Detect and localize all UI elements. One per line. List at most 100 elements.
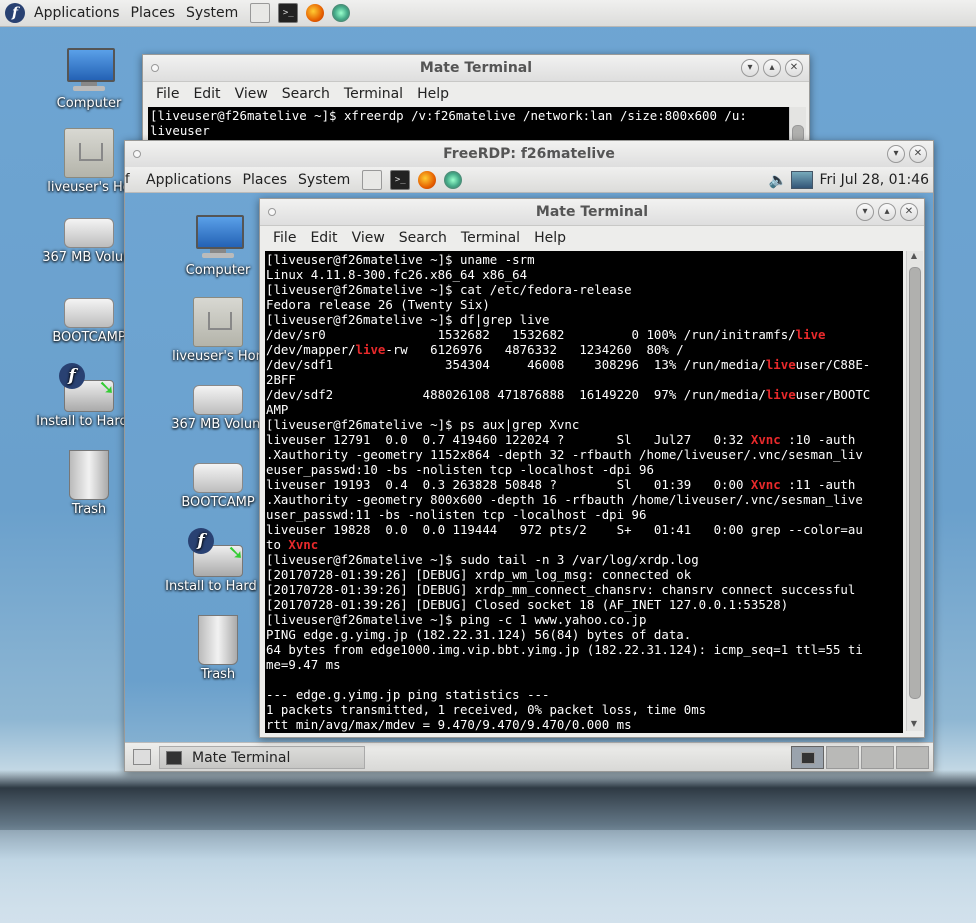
- menu-edit[interactable]: Edit: [186, 86, 227, 102]
- home-folder-icon: [64, 128, 114, 178]
- file-manager-launcher-icon[interactable]: [362, 169, 383, 190]
- desktop-icon-home[interactable]: liveuser's Hon: [163, 297, 273, 364]
- desktop-icon-install[interactable]: f ➘ Install to Hard D: [163, 528, 273, 594]
- desktop-icon-label: Install to Hard D: [165, 579, 271, 594]
- taskbar-item[interactable]: Mate Terminal: [159, 746, 365, 769]
- terminal-line: [liveuser@f26matelive ~]$ cat /etc/fedor…: [266, 282, 902, 297]
- drive-icon: [64, 218, 114, 248]
- freerdp-window[interactable]: FreeRDP: f26matelive ▾ ✕ f Applications …: [124, 140, 934, 772]
- menu-search[interactable]: Search: [392, 230, 454, 246]
- window-menu-icon[interactable]: [268, 208, 276, 216]
- network-tool-launcher-icon[interactable]: [444, 170, 463, 189]
- fedora-logo-icon[interactable]: f: [125, 171, 143, 189]
- terminal-icon: [166, 750, 182, 765]
- terminal-text: /dev/sdf1 354304 46008 308296 13% /run/m…: [266, 357, 766, 372]
- workspace-2[interactable]: [826, 746, 859, 769]
- drive-icon: [193, 385, 243, 415]
- menu-terminal[interactable]: Terminal: [337, 86, 410, 102]
- desktop-icon-computer[interactable]: Computer: [163, 213, 273, 278]
- menu-file[interactable]: File: [266, 230, 303, 246]
- window-title: Mate Terminal: [419, 60, 533, 76]
- desktop-icon-computer[interactable]: Computer: [34, 46, 144, 111]
- scrollbar-thumb[interactable]: [909, 267, 921, 699]
- close-button[interactable]: ✕: [909, 145, 927, 163]
- show-desktop-icon[interactable]: [133, 749, 151, 765]
- terminal-launcher-icon[interactable]: >_: [278, 3, 299, 23]
- desktop-icon-label: Computer: [56, 96, 122, 111]
- menu-search[interactable]: Search: [275, 86, 337, 102]
- terminal-line: /dev/mapper/live-rw 6126976 4876332 1234…: [266, 342, 902, 357]
- terminal-line: [liveuser@f26matelive ~]$ sudo tail -n 3…: [266, 552, 902, 567]
- minimize-button[interactable]: ▾: [856, 203, 874, 221]
- firefox-launcher-icon[interactable]: [306, 4, 325, 22]
- minimize-button[interactable]: ▾: [887, 145, 905, 163]
- desktop-icon-bootcamp[interactable]: BOOTCAMP: [163, 451, 273, 510]
- workspace-1[interactable]: [791, 746, 824, 769]
- remote-bottom-panel: Mate Terminal: [125, 742, 933, 771]
- workspace-4[interactable]: [896, 746, 929, 769]
- terminal-text: liveuser 19828 0.0 0.0 119444 972 pts/2 …: [266, 522, 863, 537]
- maximize-button[interactable]: ▴: [763, 59, 781, 77]
- window-titlebar[interactable]: Mate Terminal ▾ ▴ ✕: [143, 55, 809, 82]
- terminal-scrollbar[interactable]: [789, 107, 806, 144]
- window-menu-icon[interactable]: [151, 64, 159, 72]
- terminal-line: [liveuser@f26matelive ~]$ df|grep live: [266, 312, 902, 327]
- terminal-text: --- edge.g.yimg.jp ping statistics ---: [266, 687, 550, 702]
- close-button[interactable]: ✕: [785, 59, 803, 77]
- minimize-button[interactable]: ▾: [741, 59, 759, 77]
- terminal-text: user/BOOTC: [795, 387, 871, 402]
- menu-applications[interactable]: Applications: [143, 172, 240, 188]
- terminal-line: 2BFF: [266, 372, 902, 387]
- inner-terminal-window[interactable]: Mate Terminal ▾ ▴ ✕ File Edit View Searc…: [259, 198, 925, 738]
- terminal-text: Linux 4.11.8-300.fc26.x86_64 x86_64: [266, 267, 528, 282]
- terminal-text: [20170728-01:39:26] [DEBUG] Closed socke…: [266, 597, 789, 612]
- workspace-switcher[interactable]: [791, 746, 929, 769]
- menu-help[interactable]: Help: [527, 230, 573, 246]
- desktop-icon-trash[interactable]: Trash: [163, 615, 273, 682]
- scroll-up-icon[interactable]: ▲: [907, 251, 921, 263]
- menu-terminal[interactable]: Terminal: [454, 230, 527, 246]
- terminal-text: to: [266, 537, 289, 552]
- fedora-logo-icon[interactable]: f: [5, 3, 25, 23]
- network-tool-launcher-icon[interactable]: [332, 4, 351, 22]
- terminal-launcher-icon[interactable]: >_: [390, 169, 411, 190]
- firefox-launcher-icon[interactable]: [418, 170, 437, 189]
- menu-edit[interactable]: Edit: [303, 230, 344, 246]
- terminal-output[interactable]: [liveuser@f26matelive ~]$ uname -srm Linu…: [265, 251, 903, 733]
- home-folder-icon: [193, 297, 243, 347]
- menu-places[interactable]: Places: [240, 172, 296, 188]
- menu-places[interactable]: Places: [128, 5, 184, 21]
- volume-icon[interactable]: 🔈: [769, 171, 788, 189]
- outer-terminal-window[interactable]: Mate Terminal ▾ ▴ ✕ File Edit View Searc…: [142, 54, 810, 146]
- close-button[interactable]: ✕: [900, 203, 918, 221]
- file-manager-launcher-icon[interactable]: [250, 3, 271, 23]
- terminal-scrollbar[interactable]: ▲ ▼: [906, 251, 923, 731]
- trash-icon: [69, 450, 109, 500]
- scroll-down-icon[interactable]: ▼: [907, 719, 921, 731]
- panel-clock[interactable]: Fri Jul 28, 01:46: [819, 172, 929, 188]
- menu-applications[interactable]: Applications: [31, 5, 128, 21]
- terminal-line: --- edge.g.yimg.jp ping statistics ---: [266, 687, 902, 702]
- workspace-3[interactable]: [861, 746, 894, 769]
- window-menu-icon[interactable]: [133, 150, 141, 158]
- window-titlebar[interactable]: FreeRDP: f26matelive ▾ ✕: [125, 141, 933, 168]
- menu-help[interactable]: Help: [410, 86, 456, 102]
- terminal-text: user_passwd:11 -bs -nolisten tcp -localh…: [266, 507, 647, 522]
- terminal-text: [20170728-01:39:26] [DEBUG] xrdp_wm_log_…: [266, 567, 692, 582]
- terminal-text: /dev/sr0 1532682 1532682 0 100% /run/ini…: [266, 327, 796, 342]
- menu-system[interactable]: System: [183, 5, 246, 21]
- maximize-button[interactable]: ▴: [878, 203, 896, 221]
- drive-icon: [193, 463, 243, 493]
- menu-file[interactable]: File: [149, 86, 186, 102]
- terminal-text: [liveuser@f26matelive ~]$ uname -srm: [266, 252, 535, 267]
- terminal-line: /dev/sdf2 488026108 471876888 16149220 9…: [266, 387, 902, 402]
- menu-view[interactable]: View: [228, 86, 275, 102]
- terminal-text: AMP: [266, 402, 289, 417]
- network-icon[interactable]: [791, 170, 814, 189]
- window-titlebar[interactable]: Mate Terminal ▾ ▴ ✕: [260, 199, 924, 226]
- menu-system[interactable]: System: [295, 172, 358, 188]
- terminal-text: /dev/sdf2 488026108 471876888 16149220 9…: [266, 387, 766, 402]
- desktop-icon-volume[interactable]: 367 MB Volum: [163, 373, 273, 432]
- menu-view[interactable]: View: [345, 230, 392, 246]
